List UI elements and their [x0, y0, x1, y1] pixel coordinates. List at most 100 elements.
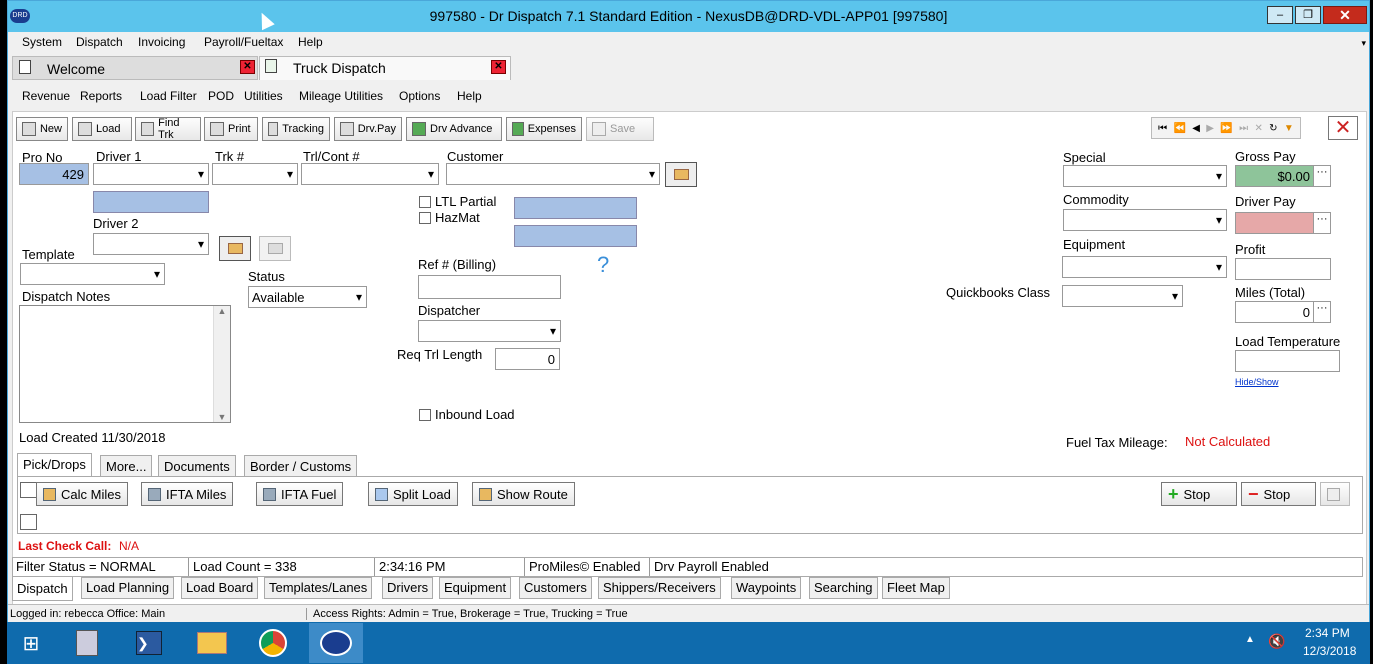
split-load-button[interactable]: Split Load: [368, 482, 458, 506]
qb-class-select[interactable]: [1062, 285, 1183, 307]
tab-customers[interactable]: Customers: [519, 577, 592, 599]
tab-shippers-receivers[interactable]: Shippers/Receivers: [598, 577, 721, 599]
tab-border-customs[interactable]: Border / Customs: [244, 455, 358, 477]
tab-pick-drops[interactable]: Pick/Drops: [17, 453, 92, 477]
hide-show-link[interactable]: Hide/Show: [1235, 377, 1279, 387]
show-route-button[interactable]: Show Route: [472, 482, 575, 506]
menu-revenue[interactable]: Revenue: [22, 89, 70, 103]
menu-reports[interactable]: Reports: [80, 89, 122, 103]
menu-dispatch[interactable]: Dispatch: [76, 35, 123, 49]
close-icon[interactable]: ✕: [240, 60, 255, 74]
scroll-up-icon[interactable]: ▲: [214, 306, 230, 316]
ellipsis-button[interactable]: ···: [1313, 166, 1330, 186]
windows-start-icon[interactable]: ⊞: [11, 625, 51, 661]
ltl-partial-checkbox[interactable]: [419, 196, 431, 208]
tab-drivers[interactable]: Drivers: [382, 577, 434, 599]
driver1-select[interactable]: [93, 163, 209, 185]
close-load-button[interactable]: ✕: [1328, 116, 1358, 140]
menu-load-filter[interactable]: Load Filter: [140, 89, 197, 103]
find-truck-button[interactable]: Find Trk: [135, 117, 201, 141]
tab-fleet-map[interactable]: Fleet Map: [882, 577, 950, 599]
driver-pay-button[interactable]: Drv.Pay: [334, 117, 402, 141]
template-select[interactable]: [20, 263, 165, 285]
last-record-icon[interactable]: ⏭: [1239, 123, 1248, 134]
tab-load-board[interactable]: Load Board: [181, 577, 259, 599]
tab-documents[interactable]: Documents: [158, 455, 236, 477]
trailer-select[interactable]: [301, 163, 439, 185]
tab-welcome[interactable]: Welcome ✕: [12, 56, 258, 80]
menu-invoicing[interactable]: Invoicing: [138, 35, 185, 49]
tray-expand-icon[interactable]: ▲: [1245, 634, 1255, 645]
close-icon[interactable]: ✕: [491, 60, 506, 74]
expenses-button[interactable]: Expenses: [506, 117, 582, 141]
prev-record-icon[interactable]: ◀: [1192, 123, 1200, 134]
new-button[interactable]: New: [16, 117, 68, 141]
restore-button[interactable]: ❐: [1295, 6, 1321, 24]
tab-waypoints[interactable]: Waypoints: [731, 577, 802, 599]
dr-dispatch-taskbar-icon[interactable]: [309, 623, 363, 663]
menu-options[interactable]: Options: [399, 89, 440, 103]
tab-equipment[interactable]: Equipment: [439, 577, 512, 599]
menu-pod[interactable]: POD: [208, 89, 234, 103]
tab-dispatch[interactable]: Dispatch: [12, 577, 73, 601]
tab-load-planning[interactable]: Load Planning: [81, 577, 175, 599]
ref-billing-input[interactable]: [418, 275, 561, 299]
record-navigator[interactable]: ⏮ ⏪ ◀ ▶ ⏩ ⏭ ✕ ↻ ▼: [1151, 117, 1301, 139]
req-trl-input[interactable]: 0: [495, 348, 560, 370]
clock-date-taskbar[interactable]: 12/3/2018: [1303, 644, 1356, 658]
ifta-fuel-button[interactable]: IFTA Fuel: [256, 482, 344, 506]
pro-no-field[interactable]: 429: [19, 163, 89, 185]
miles-field[interactable]: 0 ···: [1235, 301, 1331, 323]
customer-mail-button[interactable]: [665, 162, 697, 187]
tab-truck-dispatch[interactable]: Truck Dispatch ✕: [259, 56, 511, 80]
commodity-select[interactable]: [1063, 209, 1227, 231]
save-stops-button[interactable]: [1320, 482, 1350, 506]
delete-stop-button[interactable]: − Stop: [1241, 482, 1316, 506]
tab-more[interactable]: More...: [100, 455, 153, 477]
inbound-checkbox[interactable]: [419, 409, 431, 421]
dispatch-notes-textarea[interactable]: ▲ ▼: [19, 305, 231, 423]
refresh-icon[interactable]: ↻: [1269, 123, 1277, 134]
ellipsis-button[interactable]: ···: [1313, 213, 1330, 233]
cancel-icon[interactable]: ✕: [1254, 123, 1262, 134]
filter-icon[interactable]: ▼: [1284, 123, 1294, 134]
next-page-icon[interactable]: ⏩: [1220, 123, 1232, 134]
calc-miles-button[interactable]: Calc Miles: [36, 482, 128, 506]
pick-checkbox[interactable]: [20, 482, 37, 498]
tracking-button[interactable]: Tracking: [262, 117, 330, 141]
truck-select[interactable]: [212, 163, 298, 185]
drop-checkbox[interactable]: [20, 514, 37, 530]
print-button[interactable]: Print: [204, 117, 258, 141]
ellipsis-button[interactable]: ···: [1313, 302, 1330, 322]
server-manager-icon[interactable]: [67, 625, 107, 661]
menu-mileage-utilities[interactable]: Mileage Utilities: [299, 89, 383, 103]
menu-help-sub[interactable]: Help: [457, 89, 482, 103]
next-record-icon[interactable]: ▶: [1206, 123, 1214, 134]
prev-page-icon[interactable]: ⏪: [1173, 123, 1185, 134]
dispatcher-select[interactable]: [418, 320, 561, 342]
menu-system[interactable]: System: [22, 35, 62, 49]
notes-scrollbar[interactable]: ▲ ▼: [213, 306, 230, 422]
hazmat-checkbox[interactable]: [419, 212, 431, 224]
gross-pay-field[interactable]: $0.00 ···: [1235, 165, 1331, 187]
powershell-icon[interactable]: ❯: [129, 625, 169, 661]
scroll-down-icon[interactable]: ▼: [214, 412, 230, 422]
close-button[interactable]: ✕: [1323, 6, 1367, 24]
driver-mail-button[interactable]: [219, 236, 251, 261]
speaker-muted-icon[interactable]: 🔇: [1268, 633, 1285, 650]
driver-pay-field[interactable]: ···: [1235, 212, 1331, 234]
load-button[interactable]: Load: [72, 117, 132, 141]
chrome-icon[interactable]: [253, 625, 293, 661]
equipment-select[interactable]: [1062, 256, 1227, 278]
load-temp-input[interactable]: [1235, 350, 1340, 372]
file-explorer-icon[interactable]: [192, 625, 232, 661]
save-button[interactable]: Save: [586, 117, 654, 141]
driver2-select[interactable]: [93, 233, 209, 255]
driver-advance-button[interactable]: Drv Advance: [406, 117, 502, 141]
ifta-miles-button[interactable]: IFTA Miles: [141, 482, 234, 506]
menu-payroll[interactable]: Payroll/Fueltax: [204, 35, 283, 49]
minimize-button[interactable]: –: [1267, 6, 1293, 24]
menu-overflow-icon[interactable]: ▾: [1361, 38, 1366, 49]
menu-utilities[interactable]: Utilities: [244, 89, 283, 103]
driver-message-button[interactable]: [259, 236, 291, 261]
